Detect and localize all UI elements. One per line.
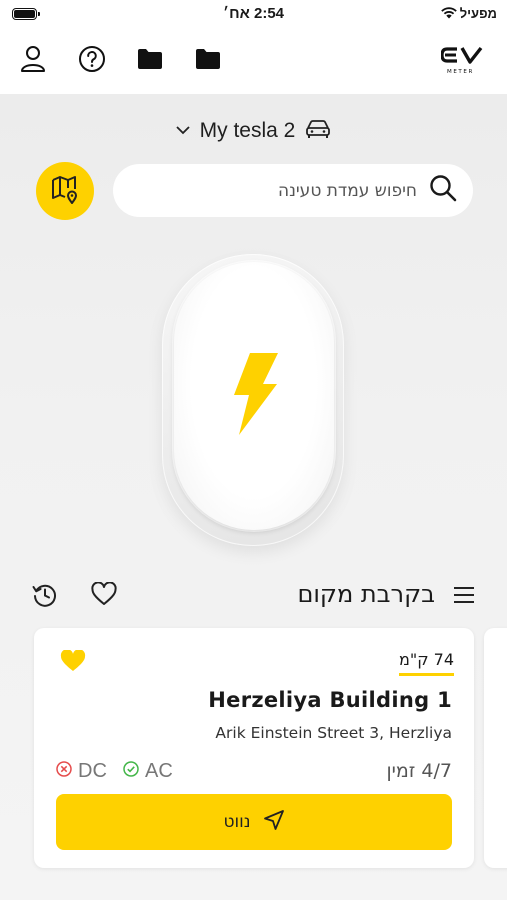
connector-dc: DC [56, 760, 107, 783]
favorites-heart-icon[interactable] [91, 581, 117, 611]
navigate-button[interactable]: נווט [56, 794, 452, 850]
folder-icon[interactable] [135, 44, 165, 74]
list-menu-icon[interactable] [453, 586, 475, 609]
wifi-icon [440, 5, 458, 24]
lightning-bolt-icon [228, 351, 280, 442]
status-time: 2:54 אח׳ [222, 5, 285, 22]
help-icon[interactable] [77, 44, 107, 74]
connector-ac: AC [123, 760, 173, 783]
vehicle-name: My tesla 2 [199, 119, 296, 142]
main-area: My tesla 2 בקרבת מקום [0, 94, 507, 900]
status-bar: 2:54 אח׳ מפעיל [0, 0, 507, 28]
chevron-down-icon [176, 122, 190, 140]
ev-meter-logo: METER [440, 45, 485, 77]
search-bar[interactable] [113, 164, 473, 217]
carrier-name: מפעיל [459, 6, 497, 21]
favorite-heart-icon[interactable] [60, 649, 86, 677]
user-icon[interactable] [18, 44, 48, 74]
search-icon[interactable] [429, 174, 457, 207]
connector-dc-label: DC [78, 760, 107, 782]
search-input[interactable] [129, 180, 417, 201]
map-pin-icon [50, 174, 80, 209]
vehicle-selector[interactable]: My tesla 2 [0, 116, 507, 146]
unavailable-x-icon [56, 760, 72, 783]
next-station-card[interactable] [484, 628, 507, 868]
available-check-icon [123, 760, 139, 783]
history-icon[interactable] [32, 582, 58, 613]
top-toolbar: METER [0, 28, 507, 94]
station-card[interactable]: 74 ק"מ Herzeliya Building 1 Arik Einstei… [34, 628, 474, 868]
nearby-header: בקרבת מקום [0, 574, 507, 614]
station-address: Arik Einstein Street 3, Herzliya [215, 724, 452, 742]
folder-icon[interactable] [193, 44, 223, 74]
logo-subtext: METER [447, 69, 474, 75]
navigate-button-label: נווט [223, 812, 251, 832]
navigation-arrow-icon [263, 809, 285, 836]
station-distance: 74 ק"מ [398, 650, 454, 676]
connector-ac-label: AC [145, 760, 173, 782]
station-name: Herzeliya Building 1 [208, 688, 452, 712]
nearby-title: בקרבת מקום [297, 580, 435, 608]
map-button[interactable] [36, 162, 94, 220]
car-icon [305, 119, 331, 144]
station-availability: 4/7 זמין [386, 760, 452, 782]
start-charging-button[interactable] [174, 262, 334, 530]
